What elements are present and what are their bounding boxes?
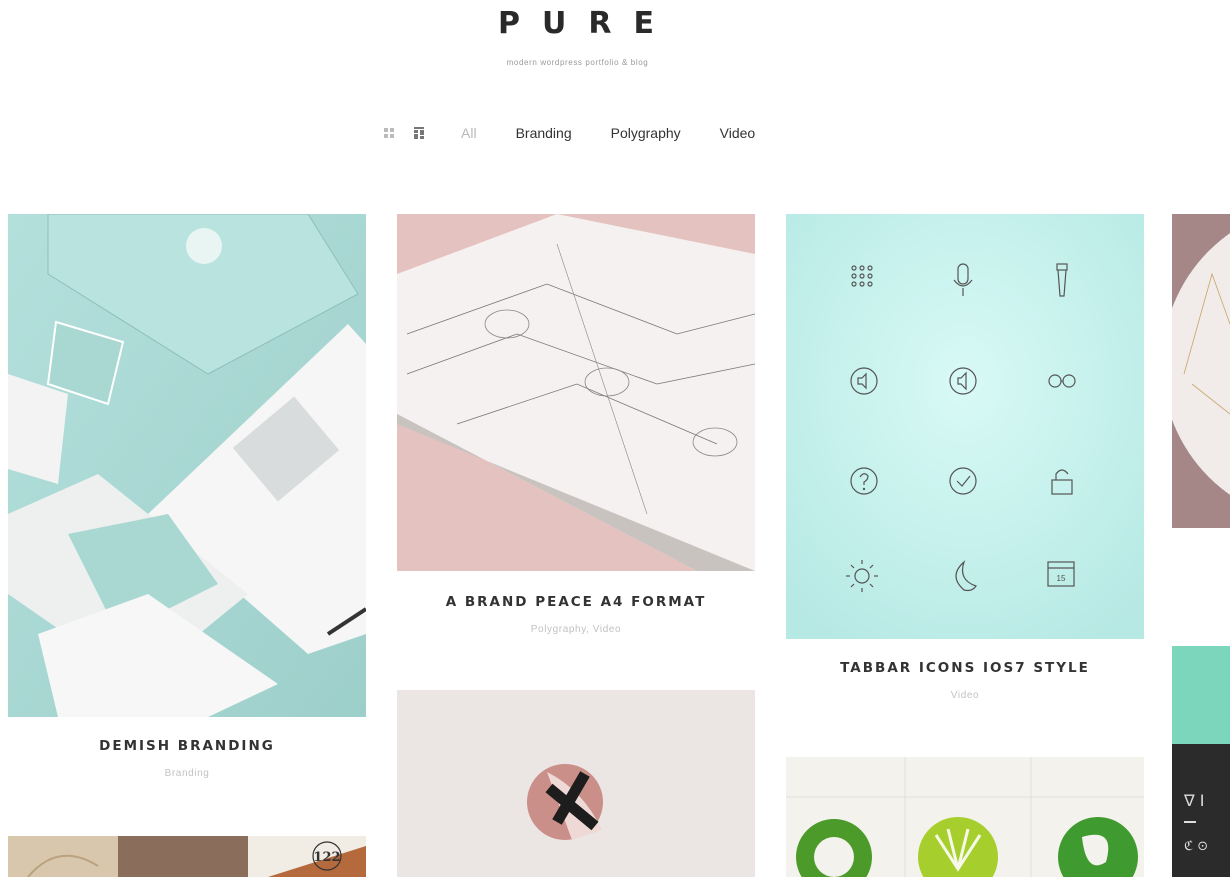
poster-glyphs: ∇ I (1183, 791, 1205, 810)
portfolio-item-title[interactable]: A BRAND PEACE A4 FORMAT (397, 594, 755, 610)
portfolio-item-title[interactable]: TABBAR ICONS IOS7 STYLE (786, 660, 1144, 676)
portfolio-item-category[interactable]: Polygraphy, Video (397, 624, 755, 635)
portfolio-item-tabbar-icons[interactable]: 15 (786, 214, 1144, 639)
plate-image (1172, 214, 1230, 528)
filter-branding[interactable]: Branding (516, 123, 572, 143)
filter-all[interactable]: All (461, 123, 477, 143)
portfolio-item-brand-peace[interactable] (397, 214, 755, 571)
portfolio-item-demish-branding[interactable] (8, 214, 366, 717)
portfolio-item-sticker[interactable] (397, 690, 755, 877)
stamp-image: 122 (8, 836, 366, 877)
tabbar-icons-image: 15 (786, 214, 1144, 639)
portfolio-item-logos[interactable] (786, 757, 1144, 877)
portfolio-item-poster[interactable]: ∇ I ℭ ⊙ (1172, 646, 1230, 877)
calendar-day: 15 (1057, 574, 1066, 583)
portfolio-item-category[interactable]: Branding (8, 768, 366, 779)
masonry-view-icon[interactable] (413, 127, 425, 139)
poster-image: ∇ I ℭ ⊙ (1172, 646, 1230, 877)
portfolio-item-plate[interactable] (1172, 214, 1230, 528)
filter-video[interactable]: Video (720, 123, 756, 143)
demish-branding-image (8, 214, 366, 717)
grid-view-icon[interactable] (383, 127, 395, 139)
filter-polygraphy[interactable]: Polygraphy (611, 123, 681, 143)
portfolio-item-category[interactable]: Video (786, 690, 1144, 701)
poster-symbols: ℭ ⊙ (1184, 839, 1208, 854)
site-logo[interactable]: PURE (0, 6, 1152, 41)
site-tagline: modern wordpress portfolio & blog (506, 58, 649, 67)
portfolio-filter-bar: All Branding Polygraphy Video (383, 123, 755, 143)
portfolio-item-title[interactable]: DEMISH BRANDING (8, 738, 366, 754)
sticker-image (397, 690, 755, 877)
logos-image (786, 757, 1144, 877)
badge-number: 122 (313, 850, 340, 865)
brand-peace-image (397, 214, 755, 571)
portfolio-item-stamp[interactable]: 122 (8, 836, 366, 877)
